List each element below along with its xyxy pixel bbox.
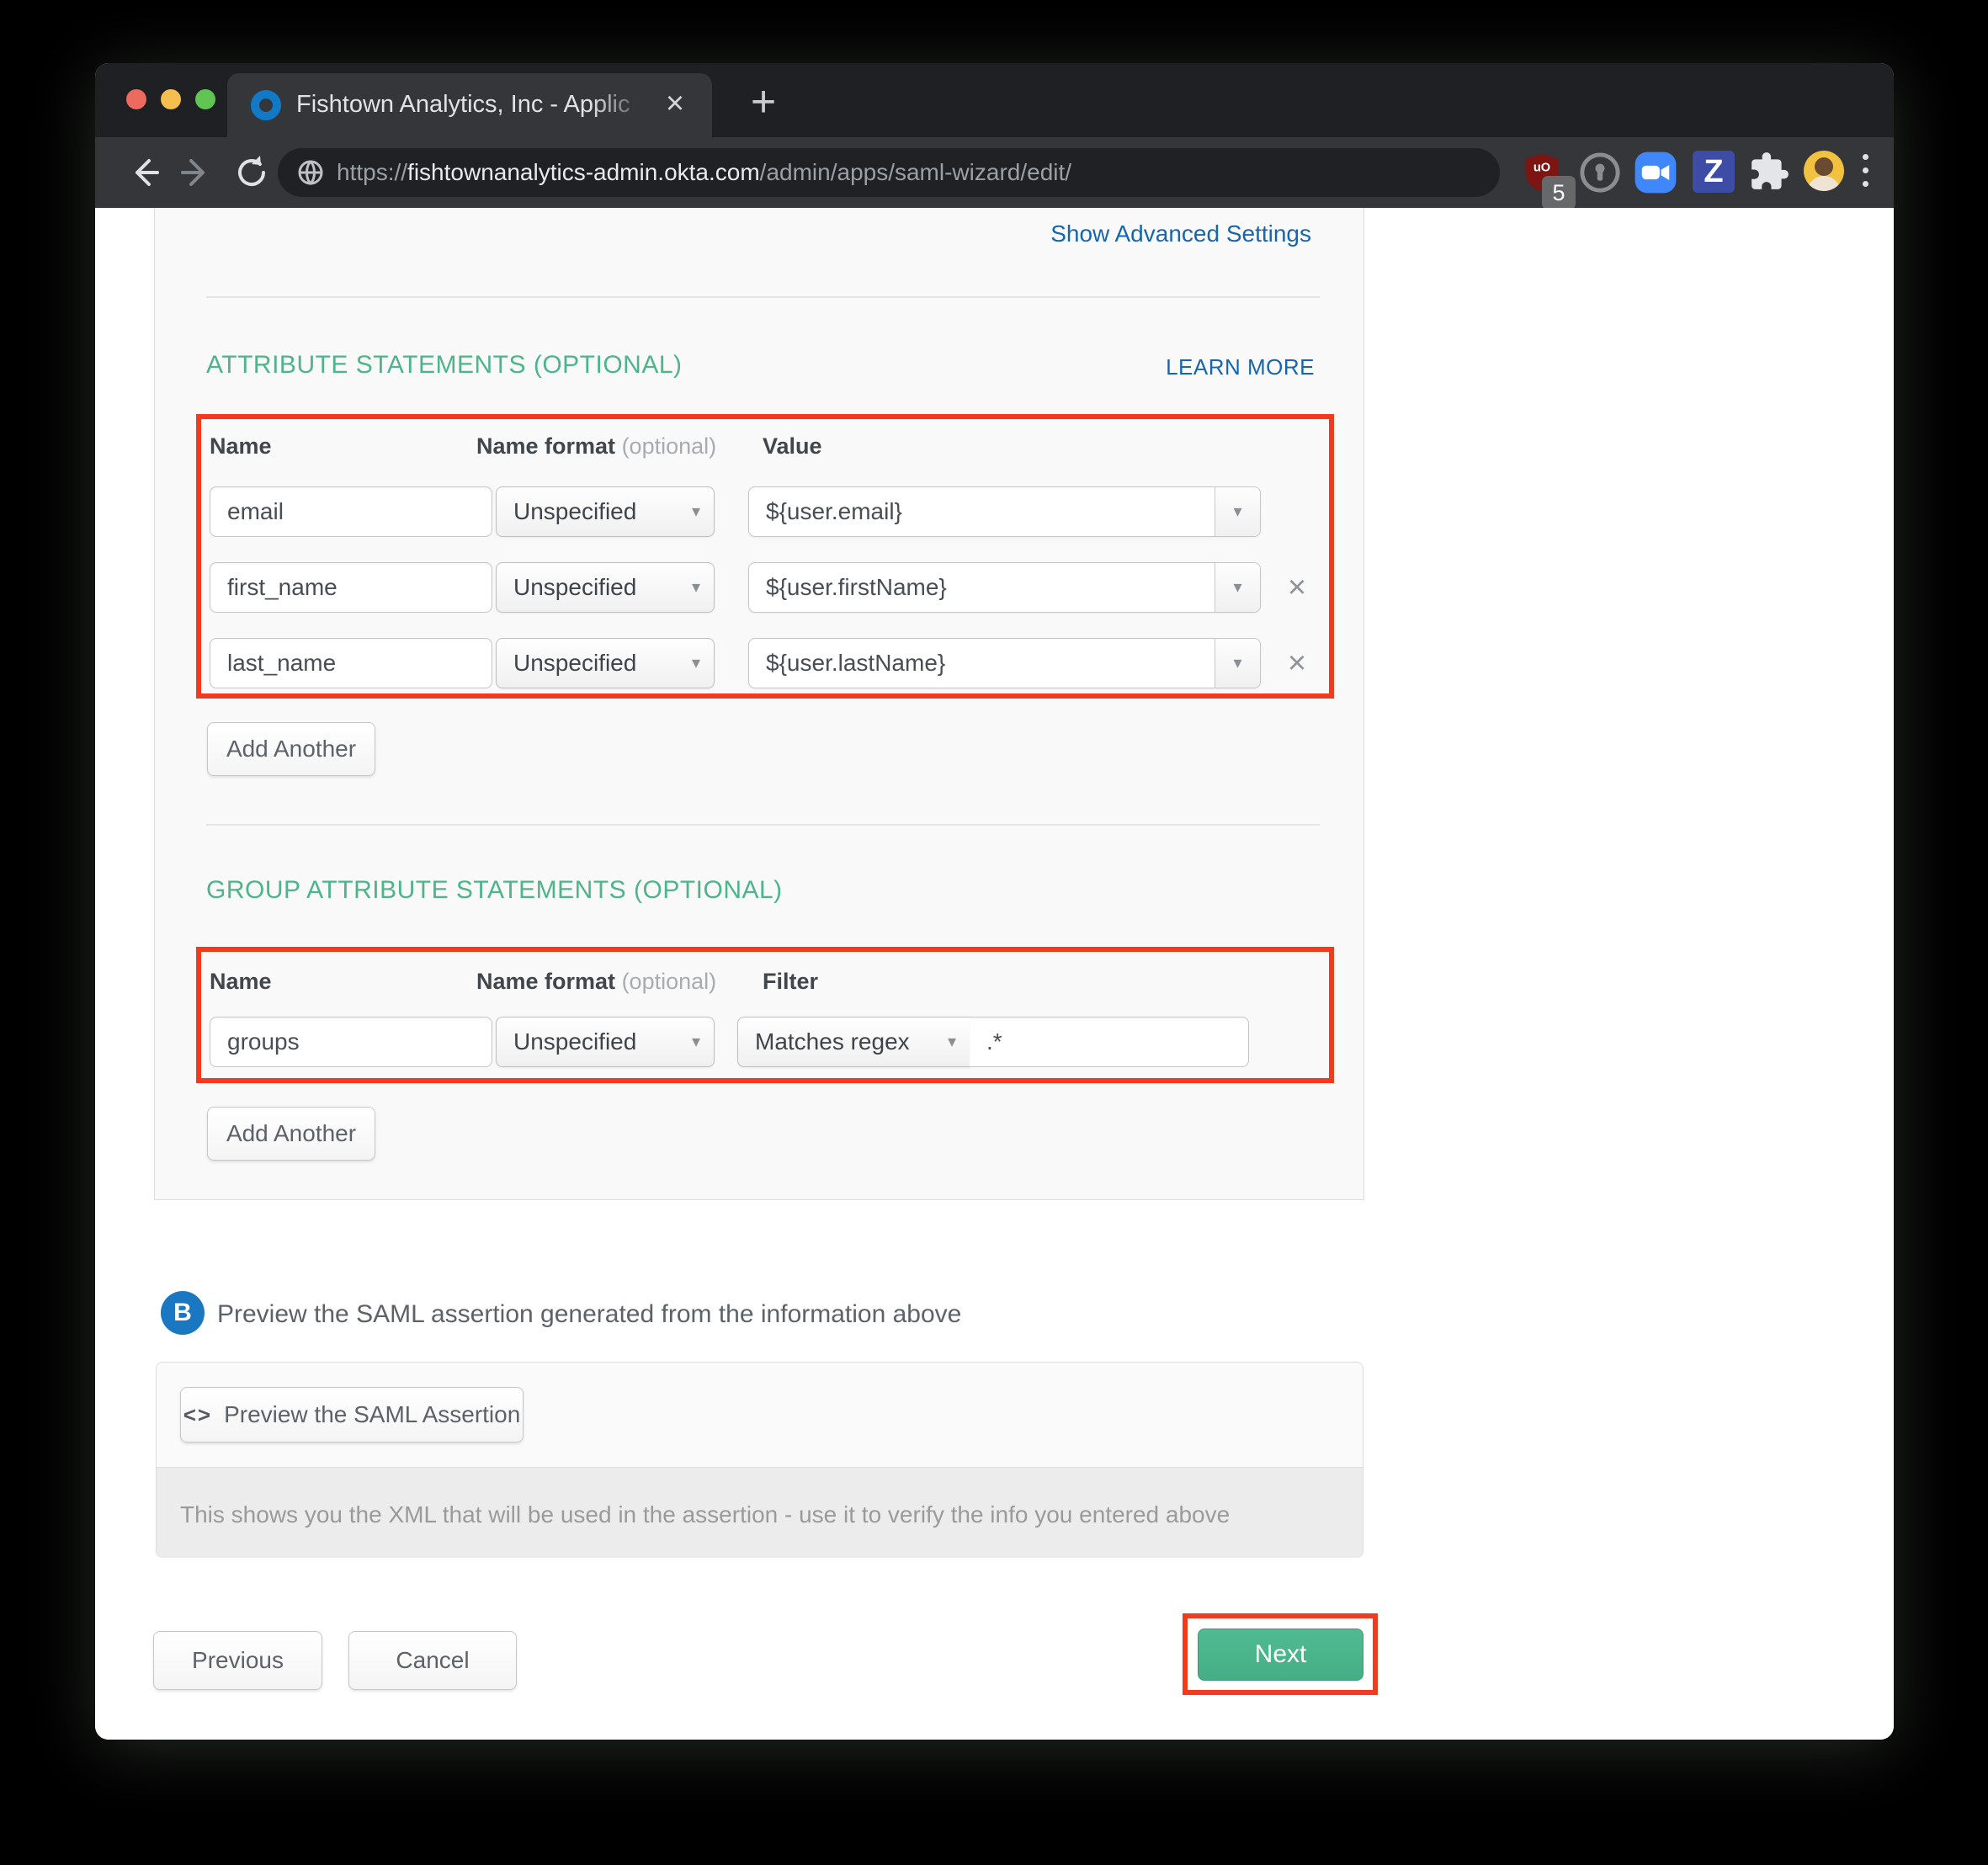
- attr-format-select[interactable]: Unspecified ▾: [496, 638, 715, 688]
- close-tab-icon[interactable]: ×: [656, 85, 694, 122]
- next-button[interactable]: Next: [1198, 1629, 1363, 1681]
- window-zoom-button[interactable]: [195, 89, 215, 109]
- extensions-puzzle-icon[interactable]: [1748, 151, 1790, 193]
- attr-value-field[interactable]: ${user.firstName} ▾: [748, 562, 1261, 613]
- desktop-background: Fishtown Analytics, Inc - Applic × +: [0, 0, 1988, 1865]
- value-dropdown-button[interactable]: ▾: [1215, 639, 1260, 688]
- attribute-statements-title: ATTRIBUTE STATEMENTS (OPTIONAL): [206, 351, 683, 380]
- preview-saml-assertion-button[interactable]: <>Preview the SAML Assertion: [180, 1387, 524, 1443]
- svg-text:uO: uO: [1534, 161, 1550, 174]
- preview-hint-footer: This shows you the XML that will be used…: [157, 1467, 1363, 1558]
- chevron-down-icon: ▾: [692, 487, 700, 536]
- chevron-down-icon: ▾: [948, 1018, 956, 1066]
- address-bar[interactable]: https://fishtownanalytics-admin.okta.com…: [278, 148, 1500, 197]
- page-content: Show Advanced Settings ATTRIBUTE STATEME…: [95, 208, 1894, 1740]
- forward-icon[interactable]: [173, 149, 220, 196]
- url-text: https://fishtownanalytics-admin.okta.com…: [337, 159, 1071, 186]
- value-dropdown-button[interactable]: ▾: [1215, 563, 1260, 612]
- value-dropdown-button[interactable]: ▾: [1215, 487, 1260, 536]
- window-minimize-button[interactable]: [161, 89, 181, 109]
- add-another-button[interactable]: Add Another: [207, 722, 375, 776]
- zoom-extension-icon[interactable]: [1634, 151, 1677, 194]
- group-filter-value-input[interactable]: .*: [970, 1017, 1249, 1067]
- chevron-down-icon: ▾: [692, 563, 700, 612]
- column-header-name: Name: [210, 969, 272, 995]
- ublock-badge: 5: [1542, 176, 1576, 210]
- group-format-select[interactable]: Unspecified ▾: [496, 1017, 715, 1067]
- chrome-menu-icon[interactable]: [1863, 154, 1869, 194]
- divider: [206, 296, 1320, 298]
- show-advanced-settings-link[interactable]: Show Advanced Settings: [1050, 221, 1311, 247]
- group-name-input[interactable]: groups: [210, 1017, 492, 1067]
- site-info-globe-icon[interactable]: [296, 158, 325, 187]
- browser-window: Fishtown Analytics, Inc - Applic × +: [95, 63, 1894, 1740]
- chevron-down-icon: ▾: [692, 1018, 700, 1066]
- learn-more-link[interactable]: LEARN MORE: [1166, 354, 1315, 380]
- attr-value-field[interactable]: ${user.lastName} ▾: [748, 638, 1261, 688]
- column-header-name-format: Name format (optional): [476, 433, 716, 460]
- remove-row-button[interactable]: ×: [1278, 645, 1316, 682]
- attr-name-input[interactable]: last_name: [210, 638, 492, 688]
- saml-settings-panel: Show Advanced Settings ATTRIBUTE STATEME…: [154, 208, 1364, 1200]
- divider: [206, 824, 1320, 826]
- preview-assertion-section: <>Preview the SAML Assertion This shows …: [156, 1362, 1363, 1558]
- chevron-down-icon: ▾: [692, 639, 700, 688]
- new-tab-button[interactable]: +: [736, 77, 790, 130]
- profile-avatar[interactable]: [1804, 151, 1844, 191]
- code-brackets-icon: <>: [183, 1402, 212, 1427]
- attr-format-select[interactable]: Unspecified ▾: [496, 486, 715, 537]
- back-icon[interactable]: [120, 149, 167, 196]
- ublock-extension-icon[interactable]: uO 5: [1520, 151, 1567, 198]
- browser-toolbar: https://fishtownanalytics-admin.okta.com…: [95, 137, 1894, 208]
- column-header-filter: Filter: [763, 969, 818, 995]
- attr-value-field[interactable]: ${user.email} ▾: [748, 486, 1261, 537]
- preview-hint-text: This shows you the XML that will be used…: [180, 1501, 1230, 1528]
- column-header-name: Name: [210, 433, 272, 460]
- zotero-extension-icon[interactable]: Z: [1693, 151, 1735, 193]
- attr-format-select[interactable]: Unspecified ▾: [496, 562, 715, 613]
- step-b-text: Preview the SAML assertion generated fro…: [217, 1300, 961, 1329]
- reload-icon[interactable]: [228, 149, 275, 196]
- avatar-head: [1815, 157, 1833, 176]
- attr-name-input[interactable]: first_name: [210, 562, 492, 613]
- avatar-body: [1807, 176, 1841, 191]
- cancel-button[interactable]: Cancel: [348, 1631, 517, 1690]
- previous-button[interactable]: Previous: [153, 1631, 322, 1690]
- group-filter-type-select[interactable]: Matches regex ▾: [737, 1017, 970, 1067]
- add-another-button[interactable]: Add Another: [207, 1107, 375, 1161]
- remove-row-button[interactable]: ×: [1278, 569, 1316, 606]
- window-close-button[interactable]: [126, 89, 146, 109]
- column-header-value: Value: [763, 433, 822, 460]
- onepassword-extension-icon[interactable]: [1578, 151, 1622, 194]
- group-attribute-statements-title: GROUP ATTRIBUTE STATEMENTS (OPTIONAL): [206, 876, 783, 905]
- browser-tab[interactable]: Fishtown Analytics, Inc - Applic ×: [227, 73, 712, 137]
- column-header-name-format: Name format (optional): [476, 969, 716, 995]
- step-b-badge: B: [161, 1291, 205, 1335]
- attr-name-input[interactable]: email: [210, 486, 492, 537]
- tab-strip: Fishtown Analytics, Inc - Applic × +: [95, 63, 1894, 137]
- okta-favicon-icon: [251, 90, 281, 120]
